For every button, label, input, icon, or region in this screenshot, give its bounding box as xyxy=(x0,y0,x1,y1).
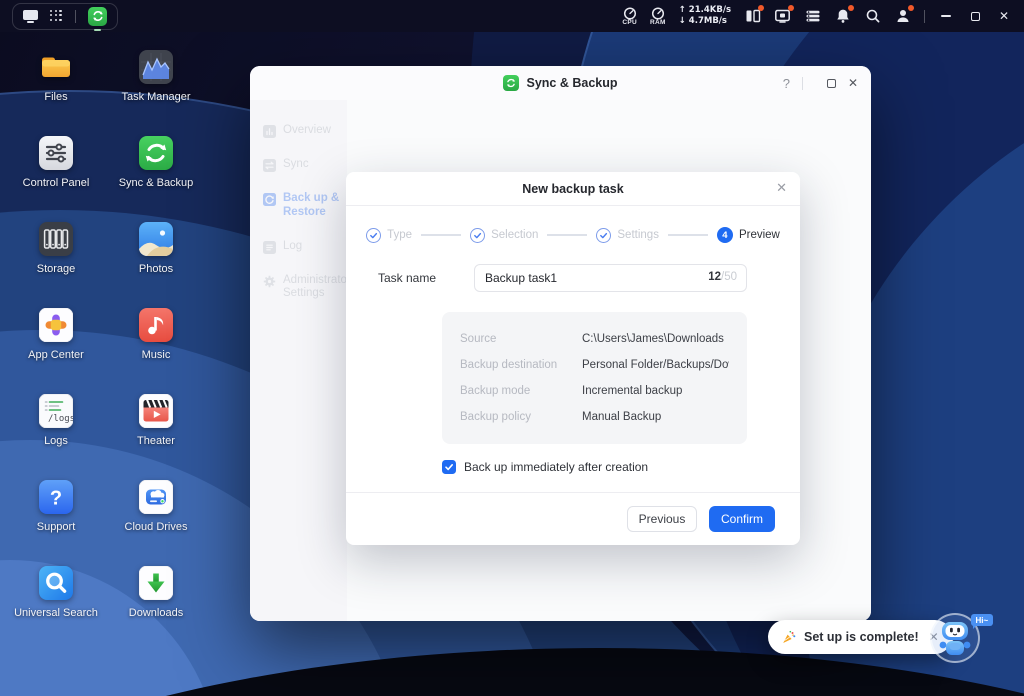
desktop: CPU RAM ↑ 21.4KB/s ↓ 4.7MB/s xyxy=(0,0,1024,696)
notification-dot xyxy=(788,5,794,11)
notification-dot xyxy=(758,5,764,11)
device-monitor-icon[interactable] xyxy=(774,8,791,25)
dialog-title: New backup task xyxy=(522,182,623,196)
task-queue-icon[interactable] xyxy=(804,8,821,25)
toast-message: Set up is complete! xyxy=(804,630,919,644)
step-connector xyxy=(668,234,708,236)
sync-arrows-icon xyxy=(92,10,104,22)
storage-icon xyxy=(39,222,73,256)
step-settings-label: Settings xyxy=(617,229,659,241)
window-titlebar[interactable]: Sync & Backup ? ✕ xyxy=(250,66,871,100)
notification-dot xyxy=(908,5,914,11)
desktop-icon-support[interactable]: ? Support xyxy=(6,474,106,560)
hi-speech-badge: Hi~ xyxy=(971,614,993,626)
step-connector xyxy=(547,234,587,236)
app-center-icon xyxy=(39,308,73,342)
ram-monitor[interactable]: RAM xyxy=(650,7,666,26)
desktop-icon-button[interactable] xyxy=(23,10,38,23)
desktop-icon-photos[interactable]: Photos xyxy=(106,216,206,302)
support-icon: ? xyxy=(39,480,73,514)
party-popper-icon xyxy=(781,630,796,645)
dialog-close-icon[interactable]: ✕ xyxy=(776,180,787,196)
step-connector xyxy=(421,234,461,236)
summary-row-source: Source C:\Users\James\Downloads xyxy=(460,326,729,352)
divider xyxy=(75,10,76,23)
search-icon[interactable] xyxy=(864,8,881,25)
download-arrow-icon: ↓ xyxy=(679,16,689,26)
new-backup-task-dialog: New backup task ✕ Type Selection Setting… xyxy=(346,172,800,545)
robot-icon xyxy=(935,617,975,661)
photos-icon xyxy=(139,222,173,256)
window-maximize-button[interactable] xyxy=(827,79,836,88)
system-top-bar: CPU RAM ↑ 21.4KB/s ↓ 4.7MB/s xyxy=(0,0,1024,32)
step-type-check-icon xyxy=(366,228,381,243)
desktop-icon-logs[interactable]: /logs Logs xyxy=(6,388,106,474)
previous-button[interactable]: Previous xyxy=(627,506,697,532)
cloud-drives-icon xyxy=(139,480,173,514)
upload-arrow-icon: ↑ xyxy=(679,5,689,15)
divider xyxy=(924,10,925,23)
step-selection-label: Selection xyxy=(491,229,538,241)
desktop-icon-app-center[interactable]: App Center xyxy=(6,302,106,388)
summary-row-policy: Backup policy Manual Backup xyxy=(460,404,729,430)
step-selection-check-icon xyxy=(470,228,485,243)
maximize-button[interactable] xyxy=(967,8,983,24)
desktop-icon-storage[interactable]: Storage xyxy=(6,216,106,302)
backup-immediately-label: Back up immediately after creation xyxy=(464,460,648,474)
backup-summary-panel: Source C:\Users\James\Downloads Backup d… xyxy=(442,312,747,444)
music-icon xyxy=(139,308,173,342)
desktop-icon-task-manager[interactable]: Task Manager xyxy=(106,44,206,130)
control-panel-icon xyxy=(39,136,73,170)
desktop-icon-downloads[interactable]: Downloads xyxy=(106,560,206,646)
desktop-icon-sync-backup[interactable]: Sync & Backup xyxy=(106,130,206,216)
window-close-button[interactable]: ✕ xyxy=(848,76,858,90)
desktop-icon-files[interactable]: Files xyxy=(6,44,106,130)
desktop-icon-music[interactable]: Music xyxy=(106,302,206,388)
help-button[interactable]: ? xyxy=(783,76,790,91)
window-title: Sync & Backup xyxy=(526,76,617,90)
step-type-label: Type xyxy=(387,229,412,241)
summary-row-destination: Backup destination Personal Folder/Backu… xyxy=(460,352,729,378)
sync-backup-app-icon xyxy=(503,75,519,91)
notification-dot xyxy=(848,5,854,11)
desktop-icon-universal-search[interactable]: Universal Search xyxy=(6,560,106,646)
widgets-panel-icon[interactable] xyxy=(744,8,761,25)
network-speed[interactable]: ↑ 21.4KB/s ↓ 4.7MB/s xyxy=(679,5,731,27)
sync-backup-taskbar-icon[interactable] xyxy=(88,7,107,26)
user-account-icon[interactable] xyxy=(894,8,911,25)
task-manager-icon xyxy=(139,50,173,84)
close-button[interactable]: ✕ xyxy=(996,8,1012,24)
step-settings-check-icon xyxy=(596,228,611,243)
app-launcher-icon[interactable] xyxy=(50,10,63,23)
char-counter: 12/50 xyxy=(708,271,737,283)
sync-backup-icon xyxy=(139,136,173,170)
check-icon xyxy=(444,462,454,472)
wizard-steps: Type Selection Settings 4 Preview xyxy=(346,227,800,243)
step-preview-number-badge: 4 xyxy=(717,227,733,243)
divider xyxy=(802,77,803,90)
theater-icon xyxy=(139,394,173,428)
task-name-input[interactable] xyxy=(474,264,747,292)
svg-text:?: ? xyxy=(50,488,62,510)
taskbar-app-group xyxy=(12,3,118,30)
desktop-icon-grid: Files Task Manager Control Panel xyxy=(6,44,206,646)
desktop-icon-control-panel[interactable]: Control Panel xyxy=(6,130,106,216)
desktop-icon-cloud-drives[interactable]: Cloud Drives xyxy=(106,474,206,560)
notifications-bell-icon[interactable] xyxy=(834,8,851,25)
svg-text:/logs: /logs xyxy=(48,414,73,424)
files-icon xyxy=(39,50,73,84)
confirm-button[interactable]: Confirm xyxy=(709,506,775,532)
downloads-icon xyxy=(139,566,173,600)
universal-search-icon xyxy=(39,566,73,600)
task-name-label: Task name xyxy=(378,271,442,285)
desktop-icon-theater[interactable]: Theater xyxy=(106,388,206,474)
step-preview-label: Preview xyxy=(739,229,780,241)
minimize-button[interactable] xyxy=(938,8,954,24)
summary-row-mode: Backup mode Incremental backup xyxy=(460,378,729,404)
logs-icon: /logs xyxy=(39,394,73,428)
setup-complete-toast[interactable]: Set up is complete! ✕ xyxy=(768,620,952,654)
backup-immediately-checkbox[interactable] xyxy=(442,460,456,474)
cpu-monitor[interactable]: CPU xyxy=(622,7,637,26)
